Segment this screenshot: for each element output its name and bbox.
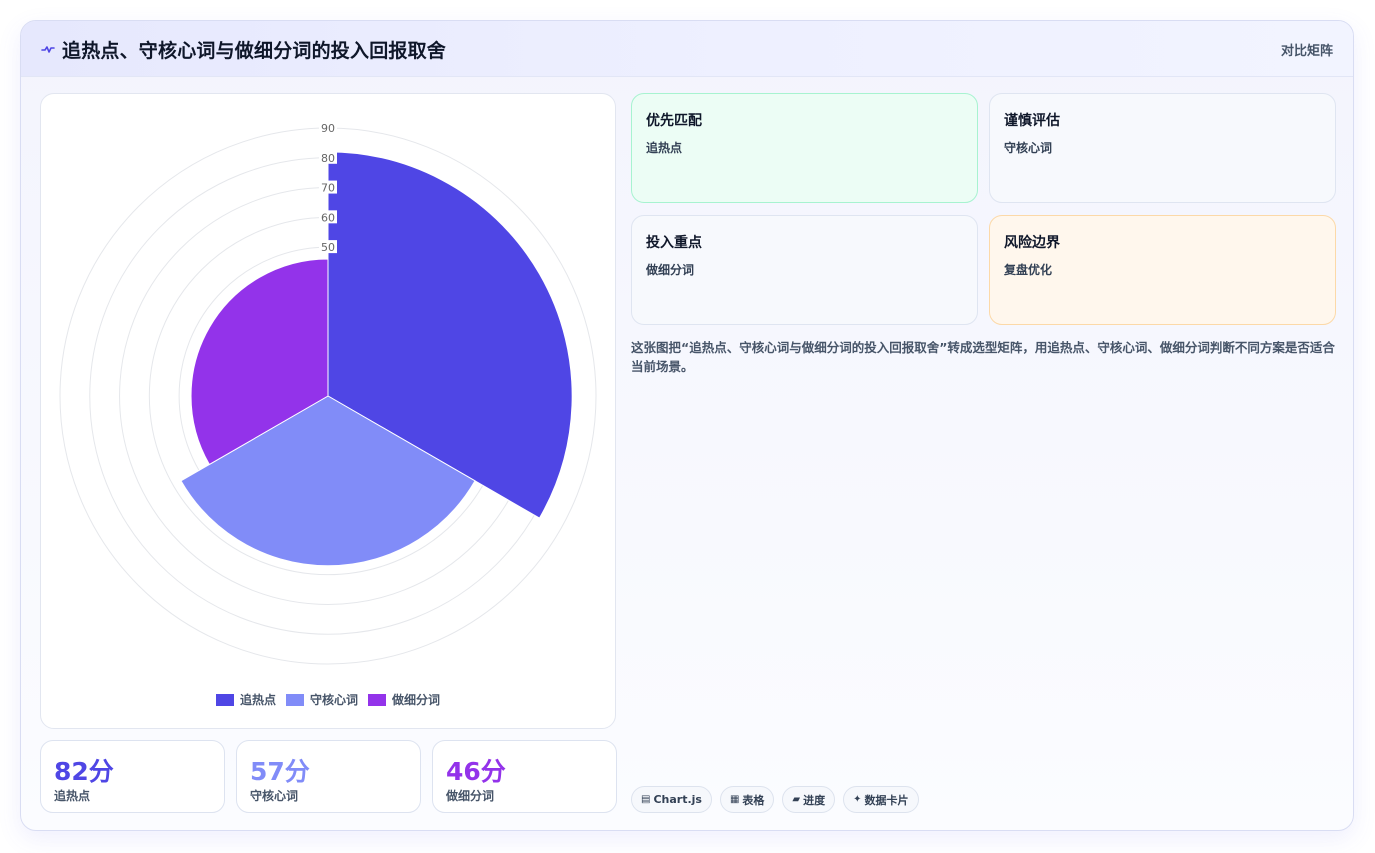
tick-label: 60: [321, 211, 335, 224]
card-header: 追热点、守核心词与做细分词的投入回报取舍 对比矩阵: [21, 21, 1353, 77]
stat-card: 57分 守核心词: [236, 740, 421, 813]
tile-value: 守核心词: [1004, 141, 1053, 155]
pulse-icon: [41, 46, 55, 53]
polar-area-chart: 50 60 70 80 90: [59, 121, 597, 665]
tag-progress[interactable]: ▰ 进度: [782, 786, 836, 813]
tile-title: 优先匹配: [646, 113, 702, 129]
tick-label: 70: [321, 182, 335, 195]
progress-icon: ▰: [792, 794, 801, 805]
matrix-tile-priority: 优先匹配 追热点: [631, 93, 978, 203]
matrix-tile-focus: 投入重点 做细分词: [631, 215, 978, 325]
tag-table[interactable]: ▦ 表格: [719, 786, 775, 813]
mode-label[interactable]: 对比矩阵: [1281, 40, 1333, 59]
matrix-tile-risk: 风险边界 复盘优化: [989, 215, 1336, 325]
chart-legend: 追热点 守核心词 做细分词: [41, 691, 615, 708]
tag-data-card[interactable]: ✦ 数据卡片: [843, 786, 919, 813]
stat-label: 做细分词: [446, 789, 495, 803]
tick-label: 90: [321, 122, 335, 135]
tile-title: 谨慎评估: [1004, 113, 1060, 129]
stat-card: 46分 做细分词: [432, 740, 617, 813]
legend-item[interactable]: 做细分词: [368, 691, 440, 708]
tile-title: 投入重点: [646, 235, 702, 251]
legend-label: 追热点: [239, 693, 276, 707]
chart-icon: ▤: [641, 794, 651, 805]
legend-swatch: [215, 693, 234, 706]
tag-chartjs[interactable]: ▤ Chart.js: [631, 786, 712, 813]
stat-card: 82分 追热点: [40, 740, 225, 813]
tile-value: 复盘优化: [1004, 263, 1053, 277]
stat-value: 57分: [250, 757, 310, 786]
tag-row: ▤ Chart.js ▦ 表格 ▰ 进度 ✦ 数据卡片: [631, 786, 919, 813]
tick-label: 50: [321, 241, 335, 254]
tile-value: 追热点: [646, 141, 683, 155]
table-icon: ▦: [729, 794, 740, 805]
legend-item[interactable]: 追热点: [215, 691, 276, 708]
legend-swatch: [285, 693, 304, 706]
legend-label: 守核心词: [309, 693, 358, 707]
matrix-tile-caution: 谨慎评估 守核心词: [989, 93, 1336, 203]
chart-description: 这张图把“追热点、守核心词与做细分词的投入回报取舍”转成选型矩阵，用追热点、守核…: [631, 340, 1335, 374]
tile-value: 做细分词: [646, 263, 695, 277]
stat-label: 守核心词: [250, 789, 299, 803]
stat-value: 46分: [446, 757, 506, 786]
stat-value: 82分: [54, 757, 114, 786]
sparkle-icon: ✦: [853, 794, 862, 805]
legend-item[interactable]: 守核心词: [285, 691, 358, 708]
comparison-card: 追热点、守核心词与做细分词的投入回报取舍 对比矩阵 50 60 70 80 90 追热点…: [20, 20, 1354, 831]
legend-label: 做细分词: [392, 693, 441, 707]
legend-swatch: [368, 693, 386, 706]
tick-label: 80: [321, 152, 335, 165]
stat-label: 追热点: [54, 789, 91, 803]
page-title: 追热点、守核心词与做细分词的投入回报取舍: [62, 40, 447, 62]
tile-title: 风险边界: [1004, 235, 1060, 251]
chart-panel: 50 60 70 80 90 追热点 守核心词 做细分词: [40, 93, 616, 729]
